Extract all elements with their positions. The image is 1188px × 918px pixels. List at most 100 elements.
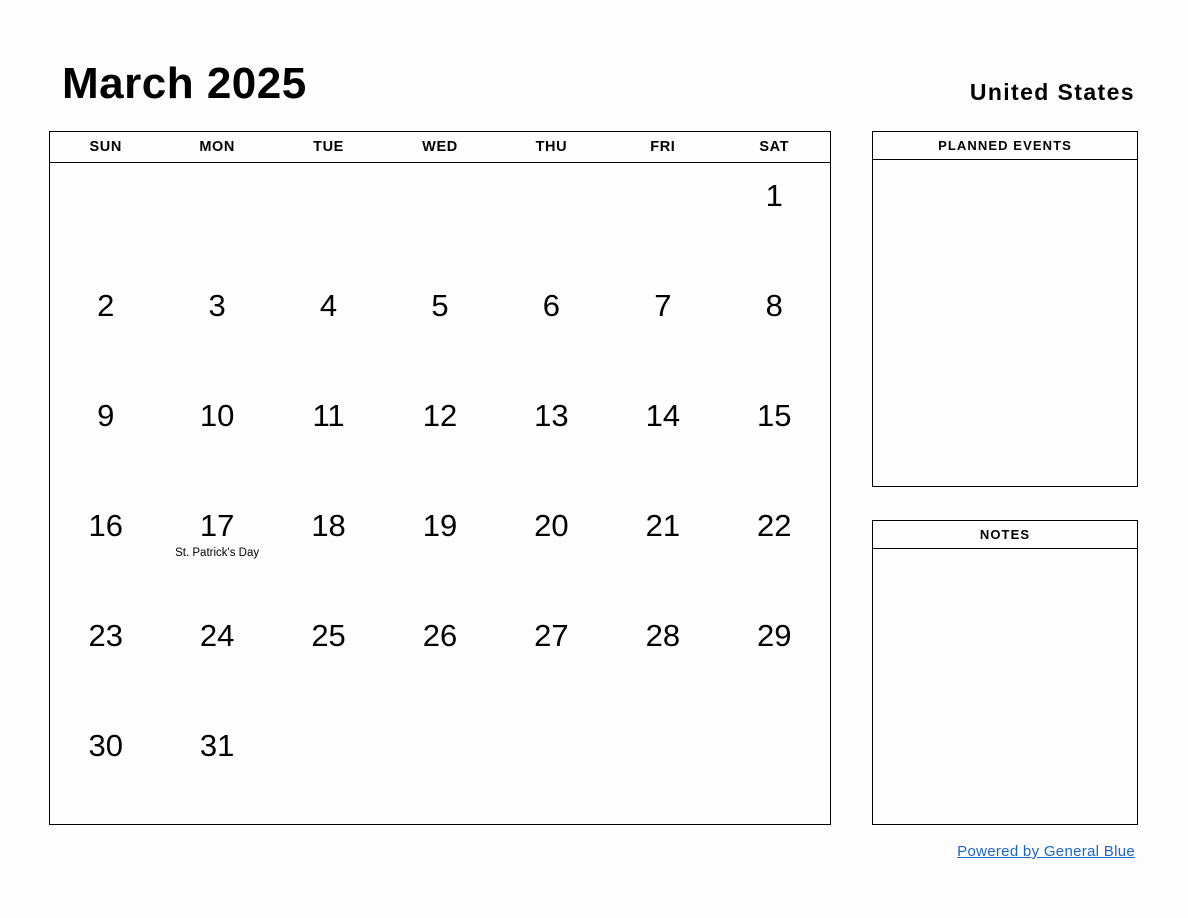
calendar-week-row: 1 xyxy=(50,163,830,273)
planned-events-title: PLANNED EVENTS xyxy=(873,132,1137,160)
day-number: 22 xyxy=(757,508,792,544)
day-number: 21 xyxy=(645,508,681,544)
day-cell-13[interactable]: 13 xyxy=(496,383,607,493)
day-number: 27 xyxy=(534,618,569,654)
day-cell-10[interactable]: 10 xyxy=(161,383,272,493)
day-event-label: St. Patrick's Day xyxy=(175,547,260,560)
calendar-page: March 2025 United States SUN MON TUE WED THU… xyxy=(0,0,1188,918)
weekday-header-sat: SAT xyxy=(759,139,790,155)
calendar-week-row: 2 3 4 5 6 7 8 xyxy=(50,273,830,383)
day-cell-7[interactable]: 7 xyxy=(607,273,718,383)
day-cell-30[interactable]: 30 xyxy=(50,713,161,823)
weekday-header-wed: WED xyxy=(422,139,458,155)
weekday-header-sun: SUN xyxy=(89,139,122,155)
day-number: 24 xyxy=(199,618,235,654)
weekday-header-mon: MON xyxy=(199,139,235,155)
day-cell-28[interactable]: 28 xyxy=(607,603,718,713)
day-number: 26 xyxy=(422,618,458,654)
day-cell-2[interactable]: 2 xyxy=(50,273,161,383)
day-number: 7 xyxy=(654,288,672,324)
day-cell-5[interactable]: 5 xyxy=(384,273,495,383)
day-number: 23 xyxy=(88,618,123,654)
planned-events-panel: PLANNED EVENTS xyxy=(872,131,1138,487)
weekday-header-thu: THU xyxy=(535,139,568,155)
calendar-week-row: 23 24 25 26 27 28 29 xyxy=(50,603,830,713)
day-number: 8 xyxy=(765,288,783,324)
day-cell-empty xyxy=(496,713,607,823)
day-number: 16 xyxy=(88,508,123,544)
calendar-week-row: 16 17 St. Patrick's Day 18 19 20 21 22 xyxy=(50,493,830,603)
calendar-grid: SUN MON TUE WED THU FRI SAT 1 2 3 4 5 6 7 8 9 10 11 12 13 1… xyxy=(49,131,831,825)
notes-panel: NOTES xyxy=(872,520,1138,825)
day-cell-26[interactable]: 26 xyxy=(384,603,495,713)
day-cell-empty xyxy=(719,713,830,823)
calendar-weeks: 1 2 3 4 5 6 7 8 9 10 11 12 13 14 15 16 17 St. Patrick's D… xyxy=(50,163,830,823)
day-number: 14 xyxy=(645,398,681,434)
day-number: 30 xyxy=(88,728,123,764)
calendar-week-row: 30 31 xyxy=(50,713,830,823)
day-cell-3[interactable]: 3 xyxy=(161,273,272,383)
day-cell-11[interactable]: 11 xyxy=(273,383,384,493)
day-cell-17[interactable]: 17 St. Patrick's Day xyxy=(161,493,272,603)
day-number: 3 xyxy=(208,288,226,324)
weekday-header-tue: TUE xyxy=(313,139,344,155)
day-cell-21[interactable]: 21 xyxy=(607,493,718,603)
page-title: March 2025 xyxy=(62,59,307,108)
day-cell-27[interactable]: 27 xyxy=(496,603,607,713)
day-number: 12 xyxy=(422,398,458,434)
calendar-week-row: 9 10 11 12 13 14 15 xyxy=(50,383,830,493)
day-cell-25[interactable]: 25 xyxy=(273,603,384,713)
day-cell-empty xyxy=(384,163,495,273)
day-cell-22[interactable]: 22 xyxy=(719,493,830,603)
day-cell-empty xyxy=(273,163,384,273)
day-cell-empty xyxy=(607,713,718,823)
day-cell-18[interactable]: 18 xyxy=(273,493,384,603)
day-cell-23[interactable]: 23 xyxy=(50,603,161,713)
day-number: 9 xyxy=(97,398,115,434)
day-cell-24[interactable]: 24 xyxy=(161,603,272,713)
day-cell-15[interactable]: 15 xyxy=(719,383,830,493)
day-number: 5 xyxy=(431,288,449,324)
day-cell-9[interactable]: 9 xyxy=(50,383,161,493)
day-cell-4[interactable]: 4 xyxy=(273,273,384,383)
day-cell-empty xyxy=(496,163,607,273)
day-number: 29 xyxy=(757,618,792,654)
day-number: 31 xyxy=(199,728,235,764)
day-cell-6[interactable]: 6 xyxy=(496,273,607,383)
day-cell-20[interactable]: 20 xyxy=(496,493,607,603)
notes-title: NOTES xyxy=(873,521,1137,549)
day-cell-31[interactable]: 31 xyxy=(161,713,272,823)
powered-by-link[interactable]: Powered by General Blue xyxy=(957,843,1135,860)
day-number: 2 xyxy=(97,288,115,324)
weekday-header-row: SUN MON TUE WED THU FRI SAT xyxy=(50,132,830,163)
day-cell-1[interactable]: 1 xyxy=(719,163,830,273)
day-cell-16[interactable]: 16 xyxy=(50,493,161,603)
day-number: 20 xyxy=(534,508,569,544)
day-number: 6 xyxy=(542,288,561,324)
day-cell-12[interactable]: 12 xyxy=(384,383,495,493)
day-cell-8[interactable]: 8 xyxy=(719,273,830,383)
day-number: 10 xyxy=(199,398,235,434)
day-cell-empty xyxy=(273,713,384,823)
day-cell-14[interactable]: 14 xyxy=(607,383,718,493)
weekday-header-fri: FRI xyxy=(650,139,676,155)
day-number: 19 xyxy=(422,508,458,544)
day-cell-empty xyxy=(384,713,495,823)
day-number: 15 xyxy=(757,398,792,434)
day-cell-29[interactable]: 29 xyxy=(719,603,830,713)
day-cell-empty xyxy=(50,163,161,273)
country-heading: United States xyxy=(969,79,1135,105)
day-cell-empty xyxy=(607,163,718,273)
day-number: 1 xyxy=(765,178,783,213)
notes-body[interactable] xyxy=(873,549,1137,823)
day-number: 28 xyxy=(645,618,681,654)
planned-events-body[interactable] xyxy=(873,160,1137,485)
day-number: 18 xyxy=(311,508,346,544)
day-number: 25 xyxy=(311,618,346,654)
day-cell-19[interactable]: 19 xyxy=(384,493,495,603)
day-number: 17 xyxy=(199,508,235,544)
day-number: 13 xyxy=(534,398,569,434)
day-cell-empty xyxy=(161,163,272,273)
day-number: 4 xyxy=(319,288,338,324)
day-number: 11 xyxy=(312,398,345,434)
